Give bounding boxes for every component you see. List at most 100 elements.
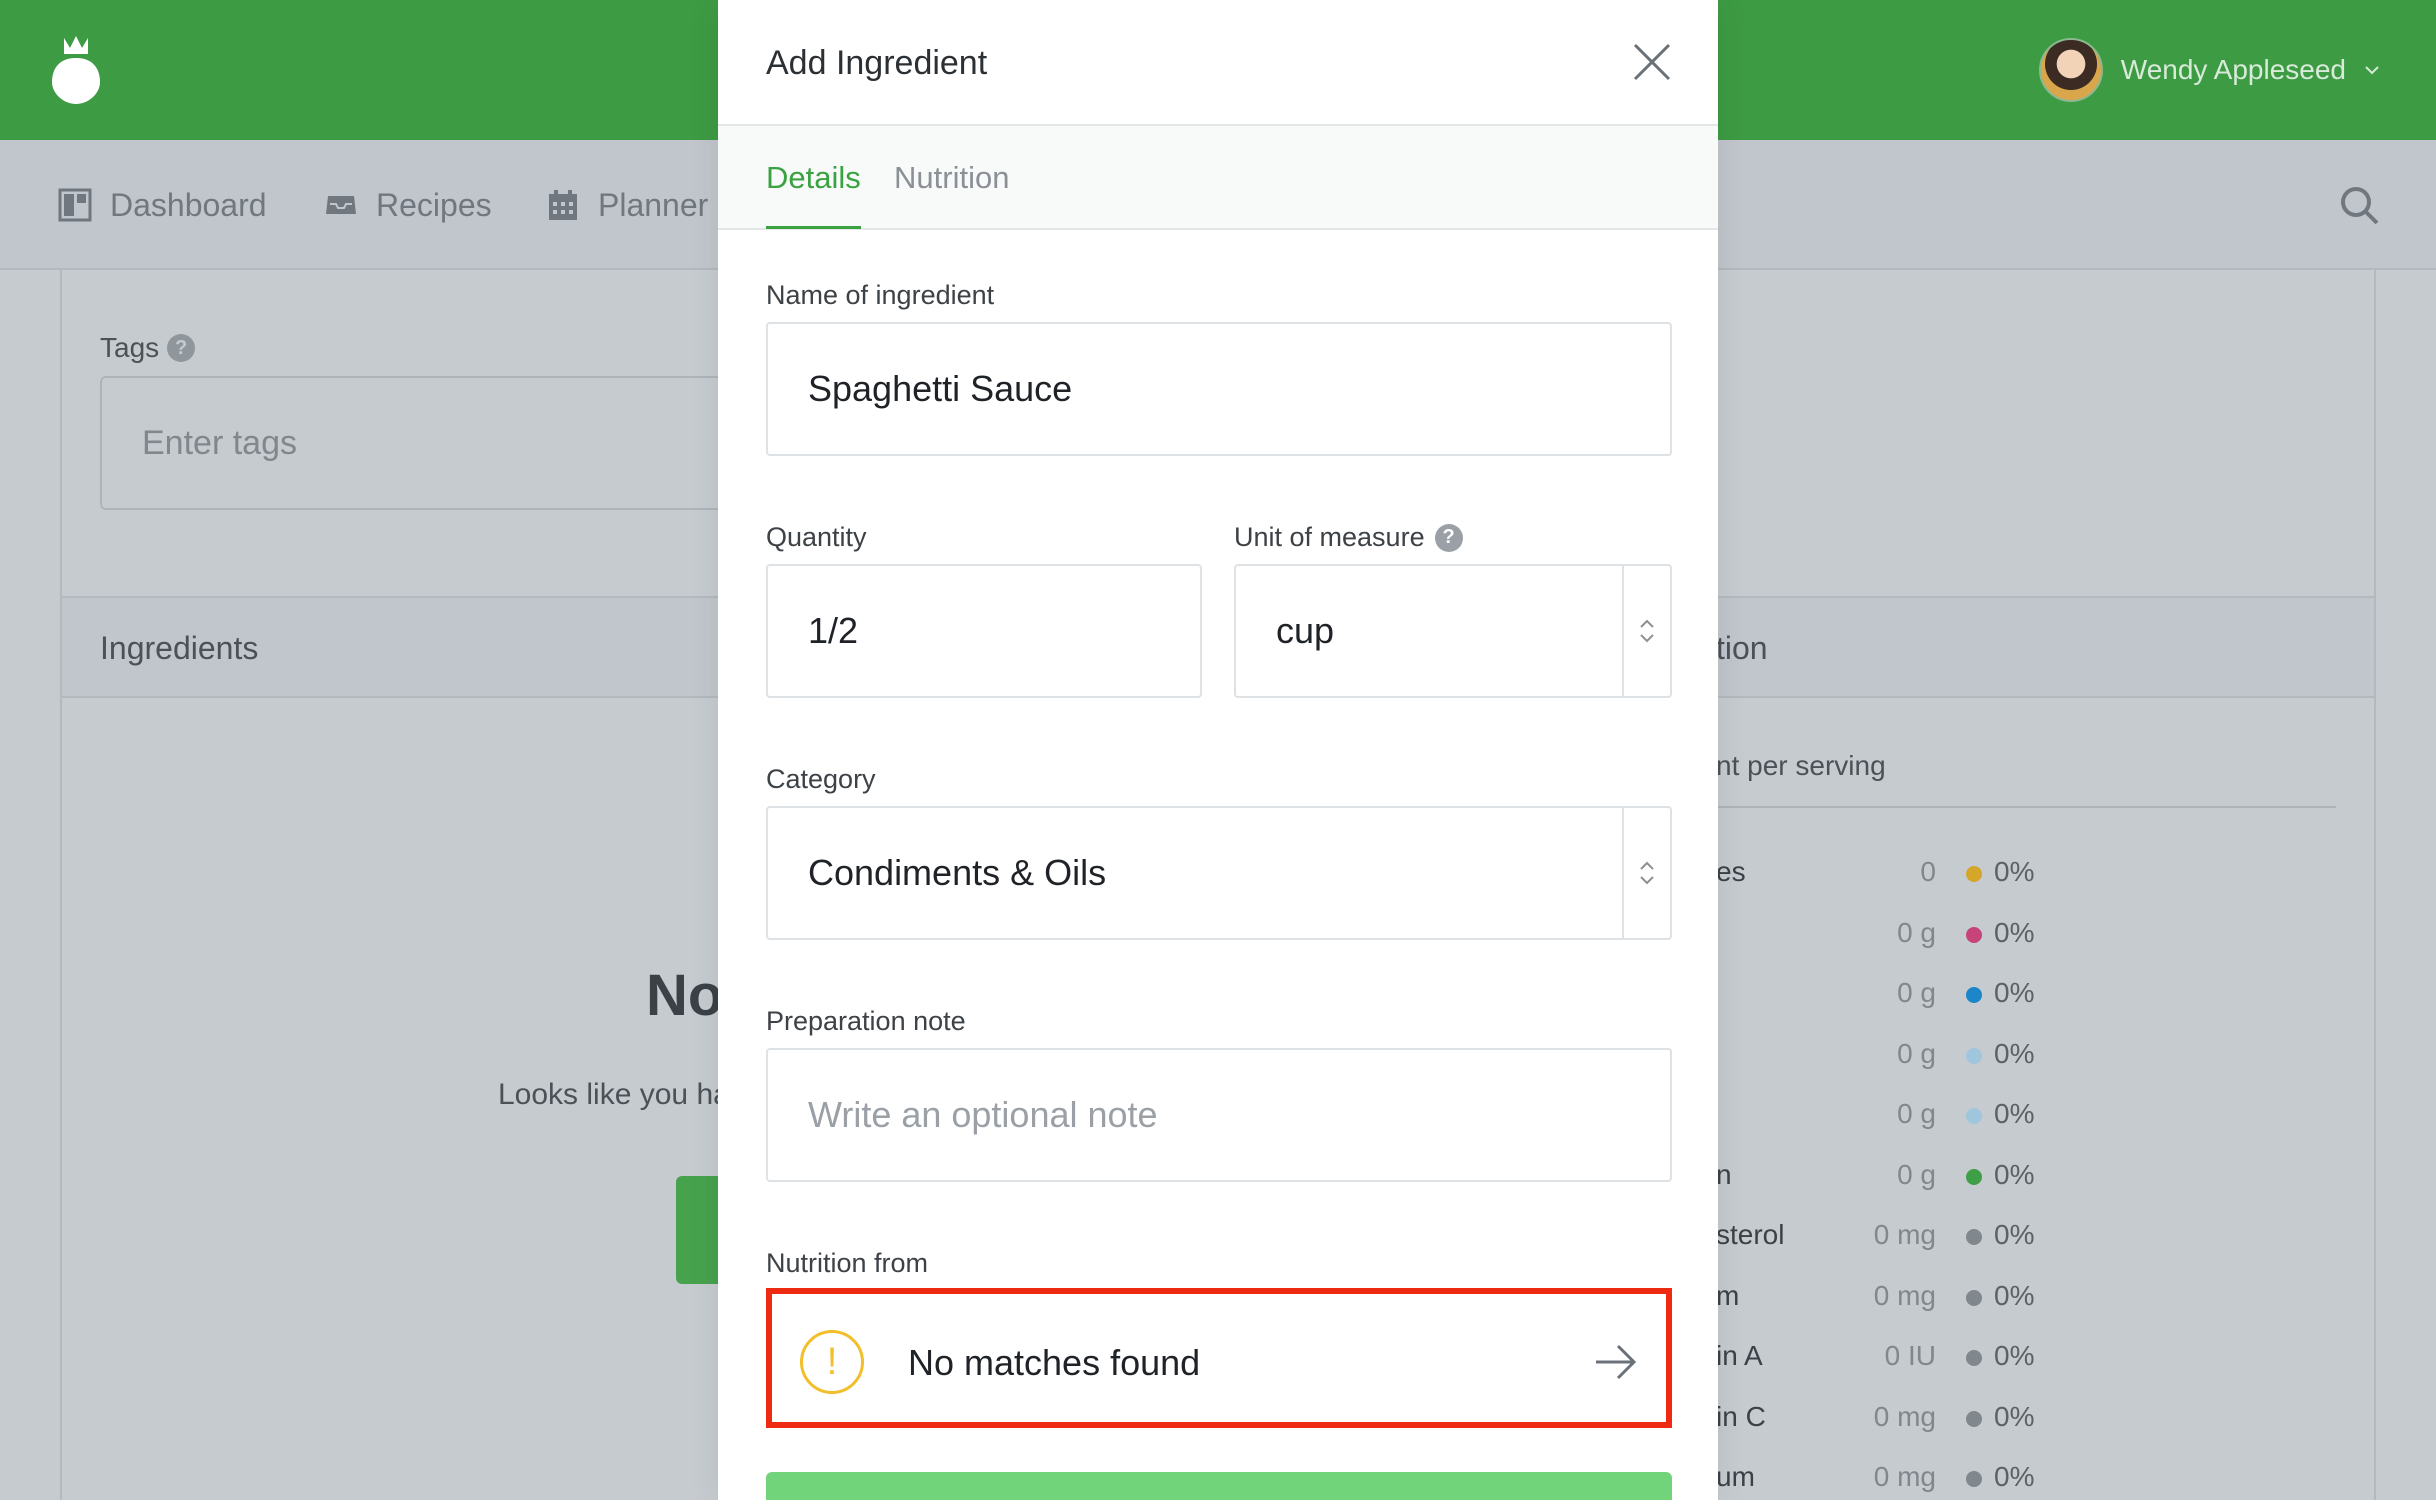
nutrient-name: in A [1716,1340,1763,1371]
avatar [2038,38,2103,102]
nutrition-from-label: Nutrition from [766,1248,928,1279]
nutrient-name: in C [1716,1400,1766,1432]
prep-label-text: Preparation note [766,1006,966,1036]
arrow-right-icon [1596,1344,1637,1380]
nutrient-name: m [1716,1279,1740,1311]
unit-select[interactable]: cup [1234,564,1672,698]
nutrient-name: n [1716,1158,1732,1190]
nutrient-dot [1966,866,1982,882]
chevron-up-down-icon [1640,619,1654,643]
nav-planner[interactable]: Planner [546,180,708,230]
nutrient-percent: 0% [1994,977,2035,1008]
category-select[interactable]: Condiments & Oils [766,806,1672,940]
nutrition-row: 0 g 0% [1716,1038,2356,1078]
category-value: Condiments & Oils [808,852,1107,893]
nutrient-value: 0 [1920,856,1936,887]
nutrient-value: 0 g [1897,977,1936,1008]
nutrient-percent: 0% [1994,1158,2035,1190]
nutrient-value: 0 mg [1873,1461,1936,1492]
nutrient-dot [1966,926,1982,943]
nutrient-percent: 0% [1994,1037,2035,1069]
empty-state-title: No [646,963,724,1028]
nutrient-dot [1966,1471,1982,1487]
nutrient-name: sterol [1716,1219,1785,1250]
nutrition-row: sterol 0 mg 0% [1716,1219,2356,1259]
nutrient-dot [1966,1047,1982,1064]
divider [1716,806,2336,808]
empty-state-text: Looks like you ha [498,1078,730,1111]
nutrient-dot [1966,1289,1982,1306]
nav-recipes-label: Recipes [376,186,492,223]
close-icon[interactable] [1632,42,1672,82]
user-menu[interactable]: Wendy Appleseed [2038,38,2380,102]
nutrient-value: 0 g [1897,1098,1936,1129]
nav-dashboard-label: Dashboard [110,186,267,223]
calendar-icon [549,190,577,220]
chevron-up-down-icon [1640,861,1654,885]
tab-nutrition[interactable]: Nutrition [894,160,1009,226]
nutrient-name: es [1716,856,1746,887]
nutrition-match-status: No matches found [908,1342,1201,1383]
nutrition-row: m 0 mg 0% [1716,1280,2356,1320]
help-icon[interactable]: ? [167,334,196,362]
inbox-tray-icon [326,196,356,214]
strawberry-logo-icon[interactable] [50,34,102,106]
name-label-text: Name of ingredient [766,280,995,310]
nutrient-value: 0 g [1897,1037,1936,1069]
nutrient-dot [1966,1350,1982,1366]
nutrition-from-label-text: Nutrition from [766,1248,929,1278]
nutrient-dot [1966,1410,1982,1427]
ingredient-name-input[interactable] [766,322,1672,456]
ingredients-title: Ingredients [100,630,259,666]
nutrition-row: n 0 g 0% [1716,1159,2356,1199]
save-ingredient-button[interactable] [766,1472,1672,1500]
user-name: Wendy Appleseed [2120,54,2346,85]
dashboard-icon [58,188,92,222]
quantity-label: Quantity [766,522,867,553]
nutrient-percent: 0% [1994,1219,2035,1250]
nutrient-percent: 0% [1994,856,2035,887]
nutrition-row: 0 g 0% [1716,1098,2356,1138]
nutrient-percent: 0% [1994,916,2035,948]
category-label-text: Category [766,764,876,794]
nutrient-dot [1966,987,1982,1003]
unit-label: Unit of measure ? [1234,522,1463,553]
search-icon[interactable] [2338,184,2380,226]
nutrient-value: 0 g [1897,916,1936,948]
quantity-input[interactable] [766,564,1202,698]
nutrient-percent: 0% [1994,1461,2035,1492]
nutrient-percent: 0% [1994,1400,2035,1432]
nutrient-dot [1966,1229,1982,1245]
tags-label: Tags ? [100,332,196,364]
nav-dashboard[interactable]: Dashboard [58,180,267,230]
chevron-down-icon [2365,66,2379,75]
nutrient-dot [1966,1108,1982,1124]
tags-input[interactable]: Enter tags [100,376,800,510]
select-arrows [1622,566,1670,696]
per-serving-label: nt per serving [1716,750,1886,781]
nutrition-row: 0 g 0% [1716,917,2356,957]
modal-title: Add Ingredient [766,44,988,82]
quantity-label-text: Quantity [766,522,867,552]
nav-recipes[interactable]: Recipes [324,180,492,230]
nutrient-percent: 0% [1994,1279,2035,1311]
unit-value: cup [1276,610,1335,651]
category-label: Category [766,764,876,795]
tab-details[interactable]: Details [766,160,861,229]
nutrition-row: 0 g 0% [1716,977,2356,1017]
nutrient-dot [1966,1168,1982,1185]
modal-header: Add Ingredient [718,0,1718,126]
nutrition-row: es 0 0% [1716,856,2356,896]
help-icon[interactable]: ? [1434,523,1463,552]
tags-placeholder: Enter tags [142,423,297,462]
nutrition-from-selector[interactable]: ! No matches found [766,1288,1672,1428]
tags-label-text: Tags [100,332,160,363]
nutrition-row: um 0 mg 0% [1716,1461,2356,1500]
nutrient-percent: 0% [1994,1098,2035,1129]
nutrient-name: um [1716,1461,1755,1492]
prep-note-input[interactable] [766,1048,1672,1182]
unit-label-text: Unit of measure [1234,522,1425,552]
warning-icon: ! [800,1330,864,1394]
nutrition-title: tion [1716,630,1768,666]
name-label: Name of ingredient [766,280,994,311]
